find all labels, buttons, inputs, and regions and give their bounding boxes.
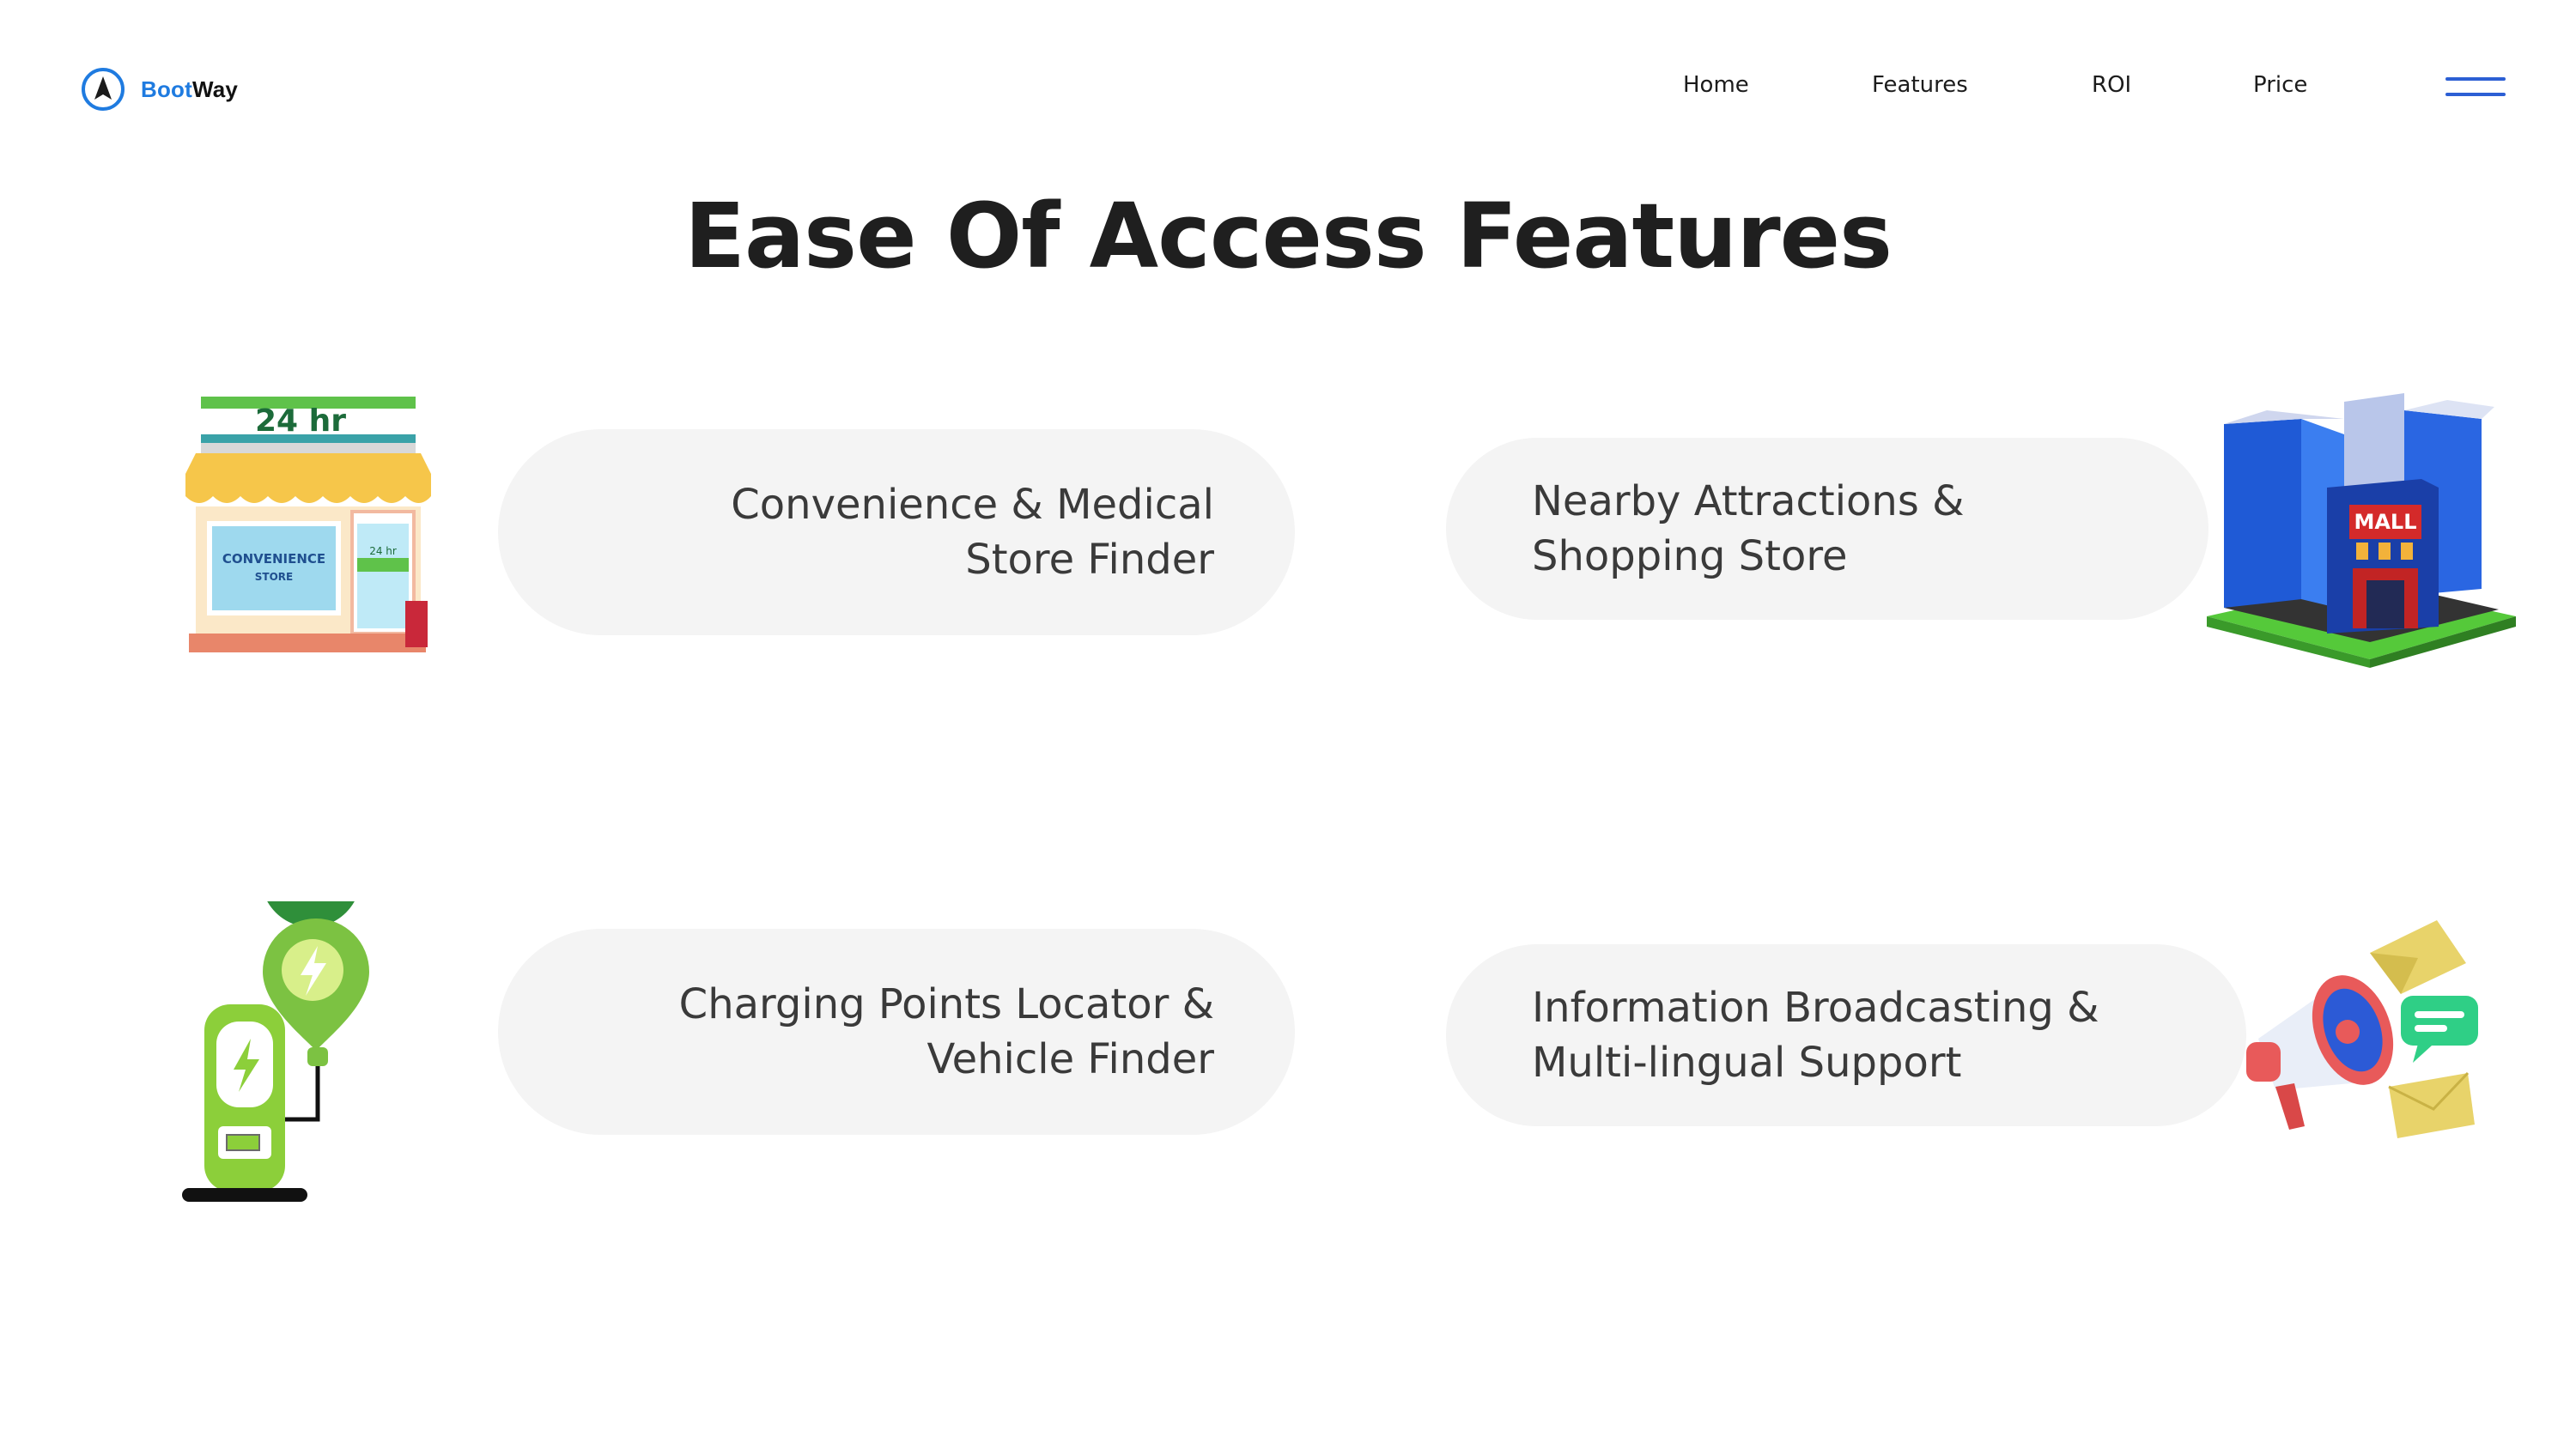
nav-price-link[interactable]: Price — [2253, 72, 2307, 98]
feature-label: Nearby Attractions & Shopping Store — [1532, 477, 1965, 580]
door-sign-text: 24 hr — [369, 545, 397, 557]
ev-charger-icon — [182, 901, 369, 1202]
mall-sign-text: MALL — [2354, 510, 2416, 534]
feature-card-information-broadcasting[interactable]: Information Broadcasting & Multi-lingual… — [1446, 944, 2246, 1126]
feature-card-charging-points[interactable]: Charging Points Locator & Vehicle Finder — [498, 929, 1295, 1135]
feature-card-convenience-store[interactable]: Convenience & Medical Store Finder — [498, 429, 1295, 635]
convenience-store-icon: 24 hr CONVENIENCE STORE 24 hr — [185, 397, 431, 652]
page: BootWay Home Features ROI Price Ease Of … — [0, 0, 2576, 1449]
hamburger-icon[interactable] — [2445, 77, 2506, 100]
store-name-text: CONVENIENCE — [222, 551, 325, 567]
feature-label: Information Broadcasting & Multi-lingual… — [1532, 984, 2099, 1087]
page-title: Ease Of Access Features — [683, 184, 1893, 288]
nav-home-link[interactable]: Home — [1683, 72, 1749, 98]
nav-features-link[interactable]: Features — [1872, 72, 1968, 98]
top-nav: Home Features ROI Price — [0, 72, 2576, 106]
feature-label: Convenience & Medical Store Finder — [731, 481, 1214, 584]
store-sub-text: STORE — [255, 571, 293, 583]
mall-building-icon: MALL — [2207, 393, 2516, 668]
feature-card-nearby-attractions[interactable]: Nearby Attractions & Shopping Store — [1446, 438, 2208, 620]
megaphone-icon — [2246, 920, 2478, 1138]
nav-roi-link[interactable]: ROI — [2092, 72, 2131, 98]
store-sign-text: 24 hr — [255, 403, 346, 439]
feature-label: Charging Points Locator & Vehicle Finder — [678, 980, 1214, 1083]
